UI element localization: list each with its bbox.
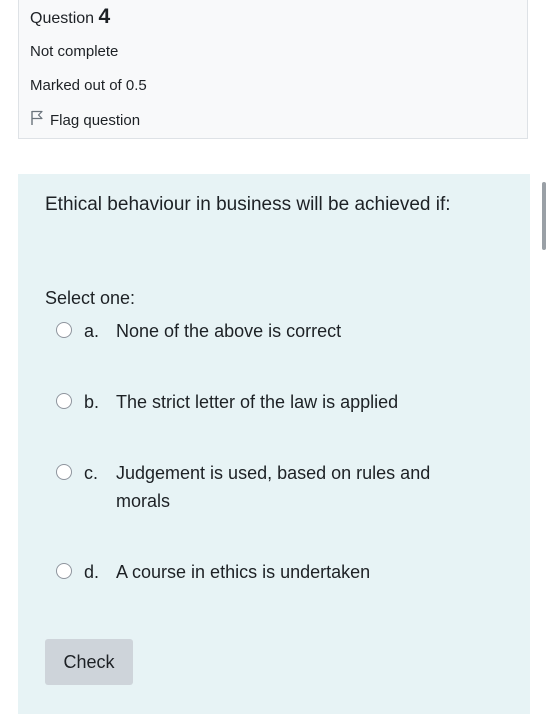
radio-button-a[interactable] (56, 322, 72, 338)
radio-button-d[interactable] (56, 563, 72, 579)
option-text-d: A course in ethics is undertaken (116, 562, 371, 582)
option-letter-c: c. (84, 463, 99, 483)
question-state: Not complete (30, 43, 119, 60)
flag-icon (30, 110, 50, 130)
flag-question-link[interactable]: Flag question (30, 110, 140, 130)
option-text-c: Judgement is used, based on rules and mo… (116, 463, 431, 511)
page-scrollbar[interactable] (542, 182, 546, 250)
option-text-b: The strict letter of the law is applied (116, 392, 399, 412)
radio-button-b[interactable] (56, 393, 72, 409)
answer-option-d[interactable]: d. A course in ethics is undertaken (56, 558, 486, 586)
question-grade: Marked out of 0.5 (30, 77, 147, 94)
option-letter-a: a. (84, 321, 100, 341)
question-info-panel: Question 4 Not complete Marked out of 0.… (18, 0, 528, 139)
option-text-a: None of the above is correct (116, 321, 342, 341)
question-formulation: Ethical behaviour in business will be ac… (18, 174, 530, 714)
check-button[interactable]: Check (45, 639, 133, 685)
radio-button-c[interactable] (56, 464, 72, 480)
option-letter-d: d. (84, 562, 100, 582)
answer-option-a[interactable]: a. None of the above is correct (56, 317, 486, 345)
question-label: Question (30, 10, 95, 27)
question-number: 4 (98, 5, 111, 28)
question-text: Ethical behaviour in business will be ac… (45, 194, 451, 215)
option-letter-b: b. (84, 392, 100, 412)
question-number-heading: Question 4 (30, 5, 110, 29)
answer-option-b[interactable]: b. The strict letter of the law is appli… (56, 388, 486, 416)
select-one-prompt: Select one: (45, 288, 136, 308)
answer-option-c[interactable]: c. Judgement is used, based on rules and… (56, 459, 486, 515)
flag-question-label: Flag question (50, 111, 141, 129)
